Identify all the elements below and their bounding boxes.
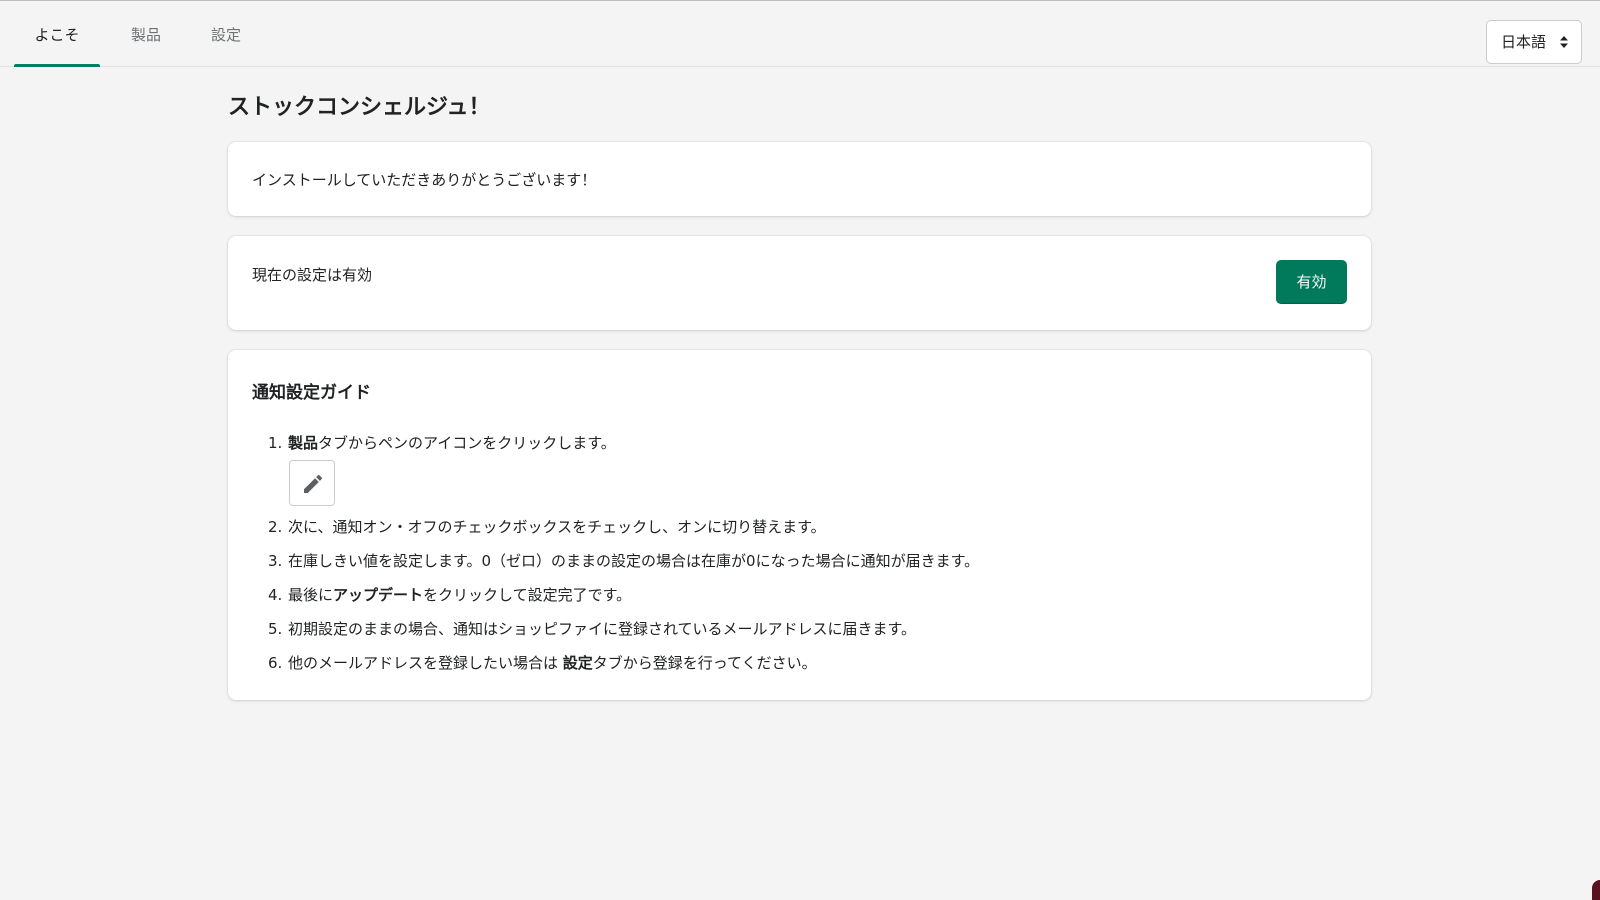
guide-step-1: 1. 製品タブからペンのアイコンをクリックします。	[268, 426, 1328, 510]
step-text: 次に、通知オン・オフのチェックボックスをチェックし、オンに切り替えます。	[288, 518, 826, 536]
step-number: 6.	[268, 654, 283, 672]
guide-steps: 1. 製品タブからペンのアイコンをクリックします。 2. 次に、通知オン・オフの…	[268, 426, 1328, 680]
step-text: をクリックして設定完了です。	[423, 586, 632, 604]
status-message: 現在の設定は有効	[252, 266, 373, 284]
guide-step-4: 4. 最後にアップデートをクリックして設定完了です。	[268, 578, 1328, 612]
step-number: 5.	[268, 620, 283, 638]
step-number: 4.	[268, 586, 283, 604]
top-tab-bar: よこそ 製品 設定 日本語	[0, 1, 1600, 67]
step-pre-text: 他のメールアドレスを登録したい場合は	[288, 654, 563, 672]
step-number: 1.	[268, 434, 283, 452]
guide-step-6: 6. 他のメールアドレスを登録したい場合は 設定タブから登録を行ってください。	[268, 646, 1328, 680]
step-pre-text: 最後に	[288, 586, 334, 604]
language-select[interactable]: 日本語	[1486, 20, 1582, 64]
enable-button[interactable]: 有効	[1276, 260, 1347, 304]
tab-products[interactable]: 製品	[118, 1, 174, 66]
step-bold-text: 設定	[562, 654, 593, 672]
step-text: 在庫しきい値を設定します。0（ゼロ）のままの設定の場合は在庫が0になった場合に通…	[288, 552, 980, 570]
step-text: タブからペンのアイコンをクリックします。	[318, 434, 616, 452]
tab-welcome[interactable]: よこそ	[14, 1, 100, 67]
step-number: 3.	[268, 552, 283, 570]
pen-icon	[304, 474, 323, 493]
notification-guide-card: 通知設定ガイド 1. 製品タブからペンのアイコンをクリックします。 2. 次に、…	[228, 350, 1371, 700]
pen-icon-button	[289, 460, 335, 506]
page-title: ストックコンシェルジュ！	[228, 95, 491, 120]
window-corner	[1592, 880, 1600, 900]
step-bold-text: 製品	[288, 434, 319, 452]
step-text: タブから登録を行ってください。	[592, 654, 817, 672]
guide-title: 通知設定ガイド	[252, 383, 371, 403]
language-select-value: 日本語	[1501, 33, 1547, 51]
guide-step-2: 2. 次に、通知オン・オフのチェックボックスをチェックし、オンに切り替えます。	[268, 510, 1328, 544]
status-card: 現在の設定は有効 有効	[228, 236, 1371, 330]
select-arrows-icon	[1560, 36, 1568, 48]
thanks-message: インストールしていただきありがとうございます！	[252, 171, 597, 189]
thanks-card: インストールしていただきありがとうございます！	[228, 142, 1371, 216]
tab-settings[interactable]: 設定	[198, 1, 254, 66]
guide-step-3: 3. 在庫しきい値を設定します。0（ゼロ）のままの設定の場合は在庫が0になった場…	[268, 544, 1328, 578]
guide-step-5: 5. 初期設定のままの場合、通知はショッピファイに登録されているメールアドレスに…	[268, 612, 1328, 646]
step-bold-text: アップデート	[333, 586, 424, 604]
step-text: 初期設定のままの場合、通知はショッピファイに登録されているメールアドレスに届きま…	[288, 620, 917, 638]
step-number: 2.	[268, 518, 283, 536]
app-page: よこそ 製品 設定 日本語 ストックコンシェルジュ！ インストールしていただきあ…	[0, 0, 1600, 900]
